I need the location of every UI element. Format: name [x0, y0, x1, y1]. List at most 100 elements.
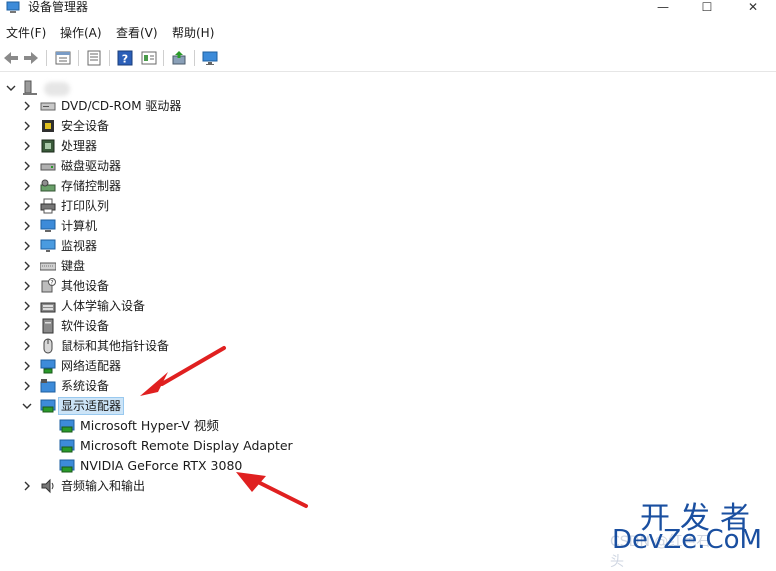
keyboard-icon	[40, 262, 56, 271]
toolbar: ?	[0, 45, 776, 72]
tree-item-label: 磁盘驱动器	[61, 159, 122, 173]
tree-item-disk[interactable]: 磁盘驱动器	[0, 156, 776, 176]
chevron-right-icon[interactable]	[22, 120, 32, 132]
details-button[interactable]	[140, 49, 158, 67]
tree-item-label: 软件设备	[61, 319, 110, 333]
tree-item-keyboard[interactable]: 键盘	[0, 256, 776, 276]
tree-item-label: 人体学输入设备	[61, 299, 146, 313]
back-arrow-icon	[4, 52, 18, 64]
tree-item-mouse[interactable]: 鼠标和其他指针设备	[0, 336, 776, 356]
close-button[interactable]: ✕	[730, 0, 776, 14]
list-icon	[87, 50, 101, 66]
update-driver-icon	[172, 51, 186, 65]
forward-arrow-icon	[24, 52, 38, 64]
monitor-icon	[202, 51, 218, 65]
tree-item-label: 音频输入和输出	[61, 479, 146, 493]
menu-view[interactable]: 查看(V)	[116, 25, 158, 41]
minimize-button[interactable]: —	[640, 0, 686, 14]
back-button[interactable]	[2, 49, 20, 67]
tree-item-label: 计算机	[61, 219, 98, 233]
help-button[interactable]: ?	[116, 49, 134, 67]
display-adapter-icon	[59, 459, 75, 473]
tree-item-label: 处理器	[61, 139, 98, 153]
tree-item-label: 存储控制器	[61, 179, 122, 193]
tree-item-label: DVD/CD-ROM 驱动器	[61, 99, 182, 113]
tree-root[interactable]	[0, 78, 776, 98]
speaker-icon	[41, 478, 54, 494]
help-glyph: ?	[122, 53, 128, 66]
chevron-right-icon[interactable]	[22, 340, 32, 352]
properties-button[interactable]	[54, 49, 72, 67]
computer-root-icon	[23, 80, 37, 95]
tree-item-processor[interactable]: 处理器	[0, 136, 776, 156]
system-device-icon	[40, 379, 56, 393]
chevron-down-icon[interactable]	[22, 400, 32, 412]
tree-item-label: 安全设备	[61, 119, 110, 133]
minimize-icon: —	[657, 0, 669, 14]
computer-icon	[40, 219, 56, 232]
toolbar-separator	[194, 50, 195, 66]
properties-icon	[55, 51, 71, 65]
chevron-right-icon[interactable]	[22, 200, 32, 212]
tree-item-system[interactable]: 系统设备	[0, 376, 776, 396]
details-icon	[141, 51, 157, 65]
chevron-right-icon[interactable]	[22, 320, 32, 332]
watermark-line2: DevZe.CoM	[612, 525, 762, 555]
window-title: 设备管理器	[28, 0, 89, 14]
chevron-right-icon[interactable]	[22, 160, 32, 172]
security-device-icon	[42, 120, 54, 132]
tree-item-label: Microsoft Remote Display Adapter	[80, 438, 293, 453]
tree-item-label: 监视器	[61, 239, 98, 253]
other-device-icon: ?	[41, 278, 56, 293]
watermark: CSDN @红色石头 开发者 DevZe.CoM	[610, 493, 770, 570]
tree-item-dvd[interactable]: DVD/CD-ROM 驱动器	[0, 96, 776, 116]
tree-child-hyperv-video[interactable]: Microsoft Hyper-V 视频	[0, 416, 776, 436]
redacted-computer-name	[44, 82, 70, 96]
tree-item-other[interactable]: ? 其他设备	[0, 276, 776, 296]
tree-child-remote-display[interactable]: Microsoft Remote Display Adapter	[0, 436, 776, 456]
scan-hardware-button[interactable]	[201, 49, 219, 67]
chevron-right-icon[interactable]	[22, 280, 32, 292]
update-driver-button[interactable]	[170, 49, 188, 67]
menu-action[interactable]: 操作(A)	[60, 25, 102, 41]
list-button[interactable]	[85, 49, 103, 67]
tree-item-storage[interactable]: 存储控制器	[0, 176, 776, 196]
chevron-right-icon[interactable]	[22, 300, 32, 312]
chevron-right-icon[interactable]	[22, 100, 32, 112]
tree-item-label: 系统设备	[61, 379, 110, 393]
chevron-right-icon[interactable]	[22, 180, 32, 192]
tree-item-computer[interactable]: 计算机	[0, 216, 776, 236]
chevron-right-icon[interactable]	[22, 220, 32, 232]
chevron-right-icon[interactable]	[22, 260, 32, 272]
tree-child-nvidia-rtx[interactable]: NVIDIA GeForce RTX 3080	[0, 456, 776, 476]
tree-item-hid[interactable]: 人体学输入设备	[0, 296, 776, 316]
svg-text:?: ?	[50, 280, 53, 287]
help-icon: ?	[117, 50, 133, 66]
chevron-right-icon[interactable]	[22, 480, 32, 492]
menu-help[interactable]: 帮助(H)	[172, 25, 214, 41]
tree-item-network[interactable]: 网络适配器	[0, 356, 776, 376]
menu-file[interactable]: 文件(F)	[6, 25, 46, 41]
tree-item-software[interactable]: 软件设备	[0, 316, 776, 336]
forward-button[interactable]	[22, 49, 40, 67]
chevron-right-icon[interactable]	[22, 140, 32, 152]
chevron-down-icon[interactable]	[6, 82, 16, 94]
software-device-icon	[42, 318, 54, 334]
tree-item-display-adapters[interactable]: 显示适配器	[0, 396, 776, 416]
device-manager-icon	[6, 1, 20, 13]
disk-drive-icon	[40, 163, 56, 171]
menu-bar: 文件(F) 操作(A) 查看(V) 帮助(H)	[0, 22, 776, 44]
maximize-button[interactable]: ☐	[684, 0, 730, 14]
monitor-icon	[40, 239, 56, 252]
display-adapter-icon	[59, 419, 75, 433]
tree-item-security[interactable]: 安全设备	[0, 116, 776, 136]
toolbar-separator	[109, 50, 110, 66]
tree-item-printer[interactable]: 打印队列	[0, 196, 776, 216]
tree-item-monitor[interactable]: 监视器	[0, 236, 776, 256]
tree-item-label: 显示适配器	[57, 397, 125, 415]
chevron-right-icon[interactable]	[22, 360, 32, 372]
maximize-icon: ☐	[701, 0, 713, 14]
device-tree: DVD/CD-ROM 驱动器 安全设备 处理器 磁盘驱动器 存储控制器 打印队列…	[0, 72, 776, 559]
chevron-right-icon[interactable]	[22, 240, 32, 252]
chevron-right-icon[interactable]	[22, 380, 32, 392]
